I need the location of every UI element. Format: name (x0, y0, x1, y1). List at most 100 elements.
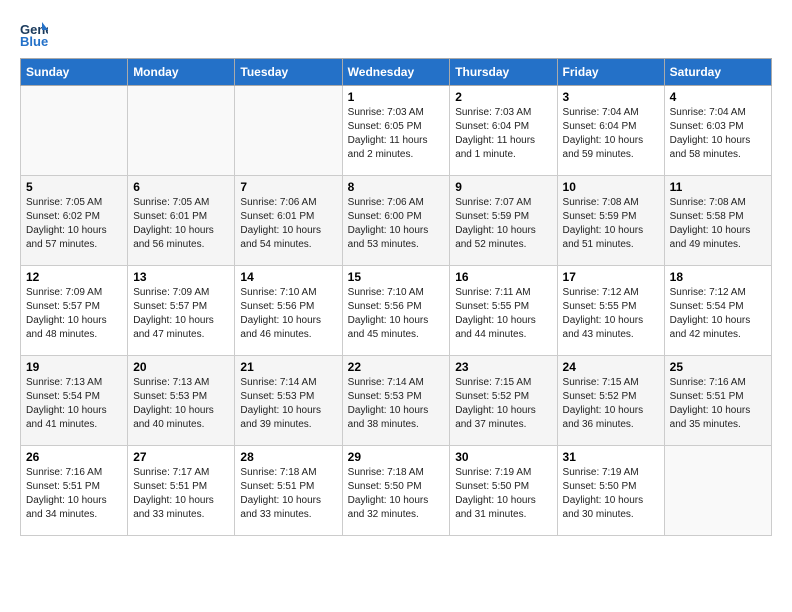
daylight-text: Daylight: 10 hours and 57 minutes. (26, 225, 107, 250)
daylight-text: Daylight: 10 hours and 59 minutes. (563, 135, 644, 160)
day-info: Sunrise: 7:11 AMSunset: 5:55 PMDaylight:… (455, 286, 551, 342)
calendar-header-saturday: Saturday (664, 59, 771, 86)
calendar-cell (235, 86, 342, 176)
logo-icon: General Blue (20, 20, 48, 48)
calendar-cell: 29Sunrise: 7:18 AMSunset: 5:50 PMDayligh… (342, 446, 450, 536)
calendar-cell: 14Sunrise: 7:10 AMSunset: 5:56 PMDayligh… (235, 266, 342, 356)
day-number: 2 (455, 90, 551, 104)
sunrise-text: Sunrise: 7:05 AM (133, 197, 209, 208)
sunset-text: Sunset: 6:01 PM (240, 211, 314, 222)
daylight-text: Daylight: 10 hours and 40 minutes. (133, 405, 214, 430)
calendar-cell (21, 86, 128, 176)
day-info: Sunrise: 7:12 AMSunset: 5:54 PMDaylight:… (670, 286, 766, 342)
sunrise-text: Sunrise: 7:18 AM (240, 467, 316, 478)
sunset-text: Sunset: 5:59 PM (455, 211, 529, 222)
day-info: Sunrise: 7:08 AMSunset: 5:59 PMDaylight:… (563, 196, 659, 252)
sunset-text: Sunset: 6:01 PM (133, 211, 207, 222)
daylight-text: Daylight: 10 hours and 42 minutes. (670, 315, 751, 340)
day-number: 1 (348, 90, 445, 104)
day-number: 15 (348, 270, 445, 284)
sunset-text: Sunset: 6:03 PM (670, 121, 744, 132)
calendar-cell: 27Sunrise: 7:17 AMSunset: 5:51 PMDayligh… (128, 446, 235, 536)
sunrise-text: Sunrise: 7:12 AM (563, 287, 639, 298)
sunrise-text: Sunrise: 7:09 AM (133, 287, 209, 298)
calendar-cell: 4Sunrise: 7:04 AMSunset: 6:03 PMDaylight… (664, 86, 771, 176)
sunset-text: Sunset: 5:51 PM (240, 481, 314, 492)
sunrise-text: Sunrise: 7:16 AM (26, 467, 102, 478)
daylight-text: Daylight: 10 hours and 56 minutes. (133, 225, 214, 250)
calendar-cell: 20Sunrise: 7:13 AMSunset: 5:53 PMDayligh… (128, 356, 235, 446)
daylight-text: Daylight: 10 hours and 45 minutes. (348, 315, 429, 340)
calendar-cell: 18Sunrise: 7:12 AMSunset: 5:54 PMDayligh… (664, 266, 771, 356)
sunset-text: Sunset: 5:50 PM (563, 481, 637, 492)
day-number: 16 (455, 270, 551, 284)
calendar-header-tuesday: Tuesday (235, 59, 342, 86)
sunrise-text: Sunrise: 7:13 AM (133, 377, 209, 388)
sunrise-text: Sunrise: 7:06 AM (240, 197, 316, 208)
calendar-cell: 2 Sunrise: 7:03 AMSunset: 6:04 PMDaylight… (450, 86, 557, 176)
calendar-cell: 6Sunrise: 7:05 AMSunset: 6:01 PMDaylight… (128, 176, 235, 266)
sunset-text: Sunset: 6:05 PM (348, 121, 422, 132)
day-info: Sunrise: 7:12 AMSunset: 5:55 PMDaylight:… (563, 286, 659, 342)
daylight-text: Daylight: 10 hours and 35 minutes. (670, 405, 751, 430)
day-number: 28 (240, 450, 336, 464)
day-number: 21 (240, 360, 336, 374)
day-number: 22 (348, 360, 445, 374)
daylight-text: Daylight: 10 hours and 48 minutes. (26, 315, 107, 340)
sunset-text: Sunset: 5:52 PM (455, 391, 529, 402)
calendar-cell: 12Sunrise: 7:09 AMSunset: 5:57 PMDayligh… (21, 266, 128, 356)
sunset-text: Sunset: 5:56 PM (348, 301, 422, 312)
day-info: Sunrise: 7:10 AMSunset: 5:56 PMDaylight:… (240, 286, 336, 342)
day-number: 8 (348, 180, 445, 194)
sunset-text: Sunset: 6:04 PM (455, 121, 529, 132)
day-info: Sunrise: 7:06 AMSunset: 6:01 PMDaylight:… (240, 196, 336, 252)
calendar-cell: 26Sunrise: 7:16 AMSunset: 5:51 PMDayligh… (21, 446, 128, 536)
sunset-text: Sunset: 5:57 PM (26, 301, 100, 312)
calendar-week-row: 5Sunrise: 7:05 AMSunset: 6:02 PMDaylight… (21, 176, 772, 266)
day-info: Sunrise: 7:14 AM Sunset: 5:53 PM Daylight:… (240, 376, 336, 432)
sunrise-text: Sunrise: 7:11 AM (455, 287, 530, 298)
calendar-cell: 11Sunrise: 7:08 AMSunset: 5:58 PMDayligh… (664, 176, 771, 266)
day-info: Sunrise: 7:04 AMSunset: 6:04 PMDaylight:… (563, 106, 659, 162)
calendar-cell: 7Sunrise: 7:06 AMSunset: 6:01 PMDaylight… (235, 176, 342, 266)
day-number: 23 (455, 360, 551, 374)
day-number: 25 (670, 360, 766, 374)
day-info: Sunrise: 7:13 AM Sunset: 5:53 PM Daylight:… (133, 376, 229, 432)
sunrise-text: Sunrise: 7:08 AM (670, 197, 746, 208)
day-number: 9 (455, 180, 551, 194)
calendar-week-row: 19 Sunrise: 7:13 AM Sunset: 5:54 PM Dayligh… (21, 356, 772, 446)
calendar-cell: 23Sunrise: 7:15 AMSunset: 5:52 PMDayligh… (450, 356, 557, 446)
day-number: 3 (563, 90, 659, 104)
daylight-text: Daylight: 11 hours and 2 minutes. (348, 135, 428, 160)
sunrise-text: Sunrise: 7:05 AM (26, 197, 102, 208)
sunset-text: Sunset: 5:53 PM (133, 391, 207, 402)
day-number: 19 (26, 360, 122, 374)
sunset-text: Sunset: 5:54 PM (26, 391, 100, 402)
calendar-table: SundayMondayTuesdayWednesdayThursdayFrid… (20, 58, 772, 536)
sunset-text: Sunset: 6:04 PM (563, 121, 637, 132)
day-number: 24 (563, 360, 659, 374)
logo: General Blue (20, 20, 52, 48)
sunrise-text: Sunrise: 7:12 AM (670, 287, 746, 298)
sunrise-text: Sunrise: 7:19 AM (563, 467, 639, 478)
calendar-cell: 28Sunrise: 7:18 AMSunset: 5:51 PMDayligh… (235, 446, 342, 536)
sunset-text: Sunset: 5:51 PM (26, 481, 100, 492)
day-info: Sunrise: 7:16 AMSunset: 5:51 PMDaylight:… (670, 376, 766, 432)
day-number: 12 (26, 270, 122, 284)
calendar-body: 1 Sunrise: 7:03 AMSunset: 6:05 PMDaylight… (21, 86, 772, 536)
day-info: Sunrise: 7:15 AMSunset: 5:52 PMDaylight:… (563, 376, 659, 432)
calendar-cell: 1 Sunrise: 7:03 AMSunset: 6:05 PMDaylight… (342, 86, 450, 176)
calendar-cell: 30Sunrise: 7:19 AMSunset: 5:50 PMDayligh… (450, 446, 557, 536)
sunset-text: Sunset: 5:53 PM (348, 391, 422, 402)
day-info: Sunrise: 7:03 AMSunset: 6:05 PMDaylight:… (348, 106, 445, 162)
day-info: Sunrise: 7:03 AMSunset: 6:04 PMDaylight:… (455, 106, 551, 162)
daylight-text: Daylight: 10 hours and 41 minutes. (26, 405, 107, 430)
day-number: 11 (670, 180, 766, 194)
calendar-cell: 16 Sunrise: 7:11 AMSunset: 5:55 PMDayligh… (450, 266, 557, 356)
calendar-cell: 15Sunrise: 7:10 AMSunset: 5:56 PMDayligh… (342, 266, 450, 356)
calendar-cell: 13Sunrise: 7:09 AMSunset: 5:57 PMDayligh… (128, 266, 235, 356)
sunset-text: Sunset: 5:53 PM (240, 391, 314, 402)
daylight-text: Daylight: 10 hours and 39 minutes. (240, 405, 321, 430)
sunset-text: Sunset: 5:50 PM (455, 481, 529, 492)
sunrise-text: Sunrise: 7:14 AM (240, 377, 316, 388)
